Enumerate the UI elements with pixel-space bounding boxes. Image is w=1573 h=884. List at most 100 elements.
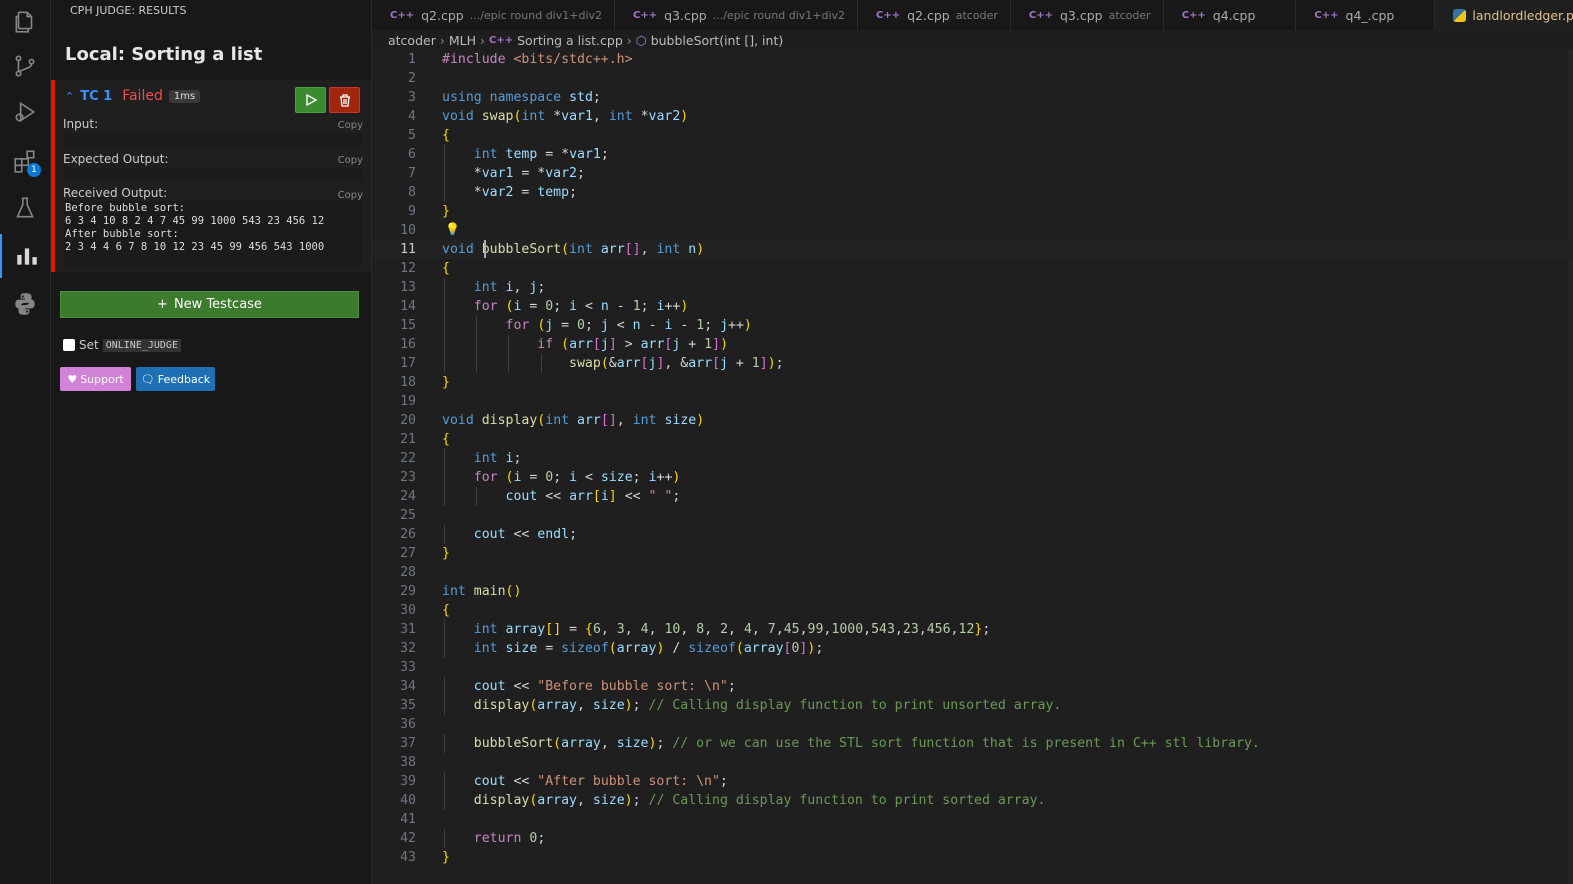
online-judge-checkbox[interactable] (63, 339, 75, 351)
code-line[interactable]: 13 int i, j; (372, 278, 1573, 297)
code-line[interactable]: 1 #include <bits/stdc++.h> (372, 50, 1573, 69)
code-line[interactable]: 27} (372, 544, 1573, 563)
code-line[interactable]: 22 int i; (372, 449, 1573, 468)
breadcrumb-file[interactable]: Sorting a list.cpp (517, 33, 623, 48)
code-line[interactable]: 17 swap(&arr[j], &arr[j + 1]); (372, 354, 1573, 373)
line-number: 24 (400, 489, 416, 504)
code-line[interactable]: 38 (372, 753, 1573, 772)
breadcrumb-symbol[interactable]: bubbleSort(int [], int) (651, 33, 784, 48)
code-line[interactable]: 37 bubbleSort(array, size); // or we can… (372, 734, 1573, 753)
new-testcase-button[interactable]: + New Testcase (60, 291, 359, 318)
code-line[interactable]: 19 (372, 392, 1573, 411)
code-text: int array[] = {6, 3, 4, 10, 8, 2, 4, 7,4… (473, 622, 991, 637)
line-number: 8 (408, 185, 416, 200)
text-cursor (484, 240, 486, 258)
code-line[interactable]: 21 { (372, 430, 1573, 449)
code-line[interactable]: 33 (372, 658, 1573, 677)
copy-received-button[interactable]: Copy (338, 190, 363, 201)
source-control-icon[interactable] (0, 44, 50, 88)
code-line[interactable]: 26 cout << endl; (372, 525, 1573, 544)
line-number: 6 (408, 147, 416, 162)
code-line[interactable]: 36 (372, 715, 1573, 734)
feedback-button[interactable]: 🗨 Feedback (136, 367, 215, 391)
code-line[interactable]: 5{ (372, 126, 1573, 145)
code-line[interactable]: 9} (372, 202, 1573, 221)
cph-judge-icon[interactable] (0, 234, 52, 278)
indent-guide (444, 354, 445, 373)
line-number: 5 (408, 128, 416, 143)
tab-q2-cpp-epic[interactable]: C++ q2.cpp .../epic round div1+div2 (372, 0, 616, 30)
code-line[interactable]: 4 void swap(int *var1, int *var2) (372, 107, 1573, 126)
lightbulb-icon[interactable]: 💡 (445, 222, 460, 236)
code-text: } (442, 204, 450, 219)
support-button[interactable]: ♥ Support (60, 367, 131, 391)
tab-description: .../epic round div1+div2 (469, 8, 603, 22)
code-line[interactable]: 15 for (j = 0; j < n - i - 1; j++) (372, 316, 1573, 335)
tab-q4-cpp[interactable]: C++ q4.cpp (1164, 0, 1297, 30)
tab-q4_-cpp[interactable]: C++ q4_.cpp (1296, 0, 1436, 30)
line-number: 10 (400, 223, 416, 238)
line-number: 34 (400, 679, 416, 694)
code-line[interactable]: 30 { (372, 601, 1573, 620)
code-line[interactable]: 8 *var2 = temp; (372, 183, 1573, 202)
code-line[interactable]: 34 cout << "Before bubble sort: \n"; (372, 677, 1573, 696)
line-number: 17 (400, 356, 416, 371)
breadcrumb-folder-atcoder[interactable]: atcoder (388, 33, 436, 48)
code-line[interactable]: 43} (372, 848, 1573, 867)
tab-q3-cpp-atcoder[interactable]: C++ q3.cpp atcoder (1011, 0, 1164, 30)
code-line[interactable]: 11 void bubbleSort(int arr[], int n) (372, 240, 1573, 259)
run-debug-icon[interactable] (0, 90, 50, 134)
code-line[interactable]: 25 (372, 506, 1573, 525)
tab-description: .../epic round div1+div2 (712, 8, 846, 22)
breadcrumb-folder-mlh[interactable]: MLH (449, 33, 476, 48)
code-line[interactable]: 42 return 0; (372, 829, 1573, 848)
code-line[interactable]: 20 void display(int arr[], int size) (372, 411, 1573, 430)
copy-expected-button[interactable]: Copy (338, 155, 363, 166)
tab-landlordledger-py[interactable]: landlordledger.py3 (1435, 0, 1573, 30)
input-field[interactable] (63, 133, 363, 147)
tab-description: atcoder (1108, 8, 1151, 22)
indent-guide (444, 183, 445, 202)
explorer-icon[interactable] (0, 0, 50, 44)
code-line[interactable]: 40 display(array, size); // Calling disp… (372, 791, 1573, 810)
code-line[interactable]: 18} (372, 373, 1573, 392)
code-line[interactable]: 29 int main() (372, 582, 1573, 601)
code-line[interactable]: 23 for (i = 0; i < size; i++) (372, 468, 1573, 487)
code-line[interactable]: 2 (372, 69, 1573, 88)
code-line[interactable]: 41 (372, 810, 1573, 829)
tab-q3-cpp-epic[interactable]: C++ q3.cpp .../epic round div1+div2 (615, 0, 859, 30)
delete-testcase-button[interactable] (329, 87, 360, 113)
code-text: { (442, 603, 450, 618)
code-line[interactable]: 24 cout << arr[i] << " "; (372, 487, 1573, 506)
indent-guide (508, 354, 510, 373)
code-line[interactable]: 12 { (372, 259, 1573, 278)
tab-q2-cpp-atcoder[interactable]: C++ q2.cpp atcoder (858, 0, 1011, 30)
code-line[interactable]: 32 int size = sizeof(array) / sizeof(arr… (372, 639, 1573, 658)
online-judge-toggle[interactable]: Set ONLINE_JUDGE (63, 338, 181, 352)
code-line[interactable]: 14 for (i = 0; i < n - 1; i++) (372, 297, 1573, 316)
code-line[interactable]: 16 if (arr[j] > arr[j + 1]) (372, 335, 1573, 354)
run-testcase-button[interactable] (295, 87, 326, 113)
python-icon[interactable] (0, 282, 50, 326)
line-number: 23 (400, 470, 416, 485)
testcase-header[interactable]: ⌃ TC 1 Failed 1ms (65, 88, 201, 104)
online-judge-label: ONLINE_JUDGE (102, 338, 181, 352)
code-line[interactable]: 10 (372, 221, 1573, 240)
support-label: Support (80, 372, 124, 386)
chevron-up-icon[interactable]: ⌃ (65, 90, 74, 103)
cpp-file-icon: C++ (390, 9, 415, 21)
code-editor[interactable]: 1 #include <bits/stdc++.h> 2 3 using namespa… (372, 50, 1573, 884)
copy-input-button[interactable]: Copy (338, 120, 363, 131)
indent-guide (444, 620, 445, 639)
expected-output-field[interactable] (63, 168, 363, 182)
testing-flask-icon[interactable] (0, 186, 50, 230)
code-line[interactable]: 3 using namespace std; (372, 88, 1573, 107)
code-line[interactable]: 28 (372, 563, 1573, 582)
code-line[interactable]: 6 int temp = *var1; (372, 145, 1573, 164)
code-line[interactable]: 35 display(array, size); // Calling disp… (372, 696, 1573, 715)
code-line[interactable]: 7 *var1 = *var2; (372, 164, 1573, 183)
code-line[interactable]: 31 int array[] = {6, 3, 4, 10, 8, 2, 4, … (372, 620, 1573, 639)
extensions-icon[interactable]: 1 (0, 139, 50, 183)
code-line[interactable]: 39 cout << "After bubble sort: \n"; (372, 772, 1573, 791)
indent-guide (540, 354, 542, 373)
